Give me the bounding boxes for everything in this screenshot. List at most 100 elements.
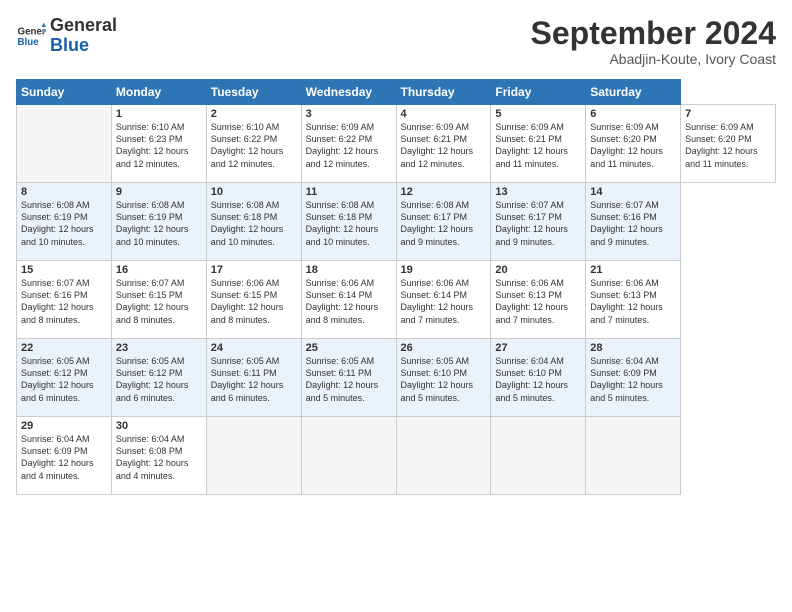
calendar-cell [396,417,491,495]
calendar-cell: 15Sunrise: 6:07 AMSunset: 6:16 PMDayligh… [17,261,112,339]
cell-details: Sunrise: 6:05 AMSunset: 6:12 PMDaylight:… [116,355,202,404]
cell-details: Sunrise: 6:08 AMSunset: 6:18 PMDaylight:… [211,199,297,248]
day-number: 20 [495,264,581,276]
day-number: 11 [306,186,392,198]
calendar-cell: 3Sunrise: 6:09 AMSunset: 6:22 PMDaylight… [301,105,396,183]
week-row-2: 8Sunrise: 6:08 AMSunset: 6:19 PMDaylight… [17,183,776,261]
cell-details: Sunrise: 6:06 AMSunset: 6:14 PMDaylight:… [401,277,487,326]
day-number: 19 [401,264,487,276]
day-number: 26 [401,342,487,354]
calendar-cell: 18Sunrise: 6:06 AMSunset: 6:14 PMDayligh… [301,261,396,339]
calendar-cell: 9Sunrise: 6:08 AMSunset: 6:19 PMDaylight… [111,183,206,261]
day-number: 8 [21,186,107,198]
col-header-tuesday: Tuesday [206,80,301,105]
day-number: 1 [116,108,202,120]
day-number: 27 [495,342,581,354]
cell-details: Sunrise: 6:08 AMSunset: 6:19 PMDaylight:… [116,199,202,248]
day-number: 30 [116,420,202,432]
day-number: 2 [211,108,297,120]
logo-text: GeneralBlue [50,16,117,56]
cell-details: Sunrise: 6:07 AMSunset: 6:17 PMDaylight:… [495,199,581,248]
week-row-4: 22Sunrise: 6:05 AMSunset: 6:12 PMDayligh… [17,339,776,417]
cell-details: Sunrise: 6:05 AMSunset: 6:12 PMDaylight:… [21,355,107,404]
day-number: 9 [116,186,202,198]
week-row-5: 29Sunrise: 6:04 AMSunset: 6:09 PMDayligh… [17,417,776,495]
calendar-cell: 10Sunrise: 6:08 AMSunset: 6:18 PMDayligh… [206,183,301,261]
cell-details: Sunrise: 6:09 AMSunset: 6:21 PMDaylight:… [401,121,487,170]
day-number: 6 [590,108,676,120]
header-row: SundayMondayTuesdayWednesdayThursdayFrid… [17,80,776,105]
week-row-1: 1Sunrise: 6:10 AMSunset: 6:23 PMDaylight… [17,105,776,183]
page-header: General Blue GeneralBlue September 2024 … [16,16,776,67]
title-block: September 2024 Abadjin-Koute, Ivory Coas… [531,16,776,67]
cell-details: Sunrise: 6:08 AMSunset: 6:19 PMDaylight:… [21,199,107,248]
calendar-cell: 11Sunrise: 6:08 AMSunset: 6:18 PMDayligh… [301,183,396,261]
cell-details: Sunrise: 6:10 AMSunset: 6:22 PMDaylight:… [211,121,297,170]
logo: General Blue GeneralBlue [16,16,117,56]
calendar-cell [206,417,301,495]
cell-details: Sunrise: 6:09 AMSunset: 6:20 PMDaylight:… [590,121,676,170]
cell-details: Sunrise: 6:08 AMSunset: 6:17 PMDaylight:… [401,199,487,248]
day-number: 24 [211,342,297,354]
calendar-cell: 6Sunrise: 6:09 AMSunset: 6:20 PMDaylight… [586,105,681,183]
cell-details: Sunrise: 6:06 AMSunset: 6:15 PMDaylight:… [211,277,297,326]
day-number: 3 [306,108,392,120]
cell-details: Sunrise: 6:04 AMSunset: 6:09 PMDaylight:… [590,355,676,404]
cell-details: Sunrise: 6:09 AMSunset: 6:22 PMDaylight:… [306,121,392,170]
day-number: 23 [116,342,202,354]
day-number: 4 [401,108,487,120]
cell-details: Sunrise: 6:10 AMSunset: 6:23 PMDaylight:… [116,121,202,170]
day-number: 16 [116,264,202,276]
cell-details: Sunrise: 6:05 AMSunset: 6:11 PMDaylight:… [306,355,392,404]
col-header-thursday: Thursday [396,80,491,105]
day-number: 28 [590,342,676,354]
calendar-cell: 26Sunrise: 6:05 AMSunset: 6:10 PMDayligh… [396,339,491,417]
day-number: 17 [211,264,297,276]
calendar-table: SundayMondayTuesdayWednesdayThursdayFrid… [16,79,776,495]
day-number: 14 [590,186,676,198]
cell-details: Sunrise: 6:04 AMSunset: 6:08 PMDaylight:… [116,433,202,482]
day-number: 21 [590,264,676,276]
cell-details: Sunrise: 6:06 AMSunset: 6:14 PMDaylight:… [306,277,392,326]
calendar-cell: 29Sunrise: 6:04 AMSunset: 6:09 PMDayligh… [17,417,112,495]
calendar-cell: 16Sunrise: 6:07 AMSunset: 6:15 PMDayligh… [111,261,206,339]
calendar-cell [491,417,586,495]
calendar-cell [301,417,396,495]
cell-details: Sunrise: 6:04 AMSunset: 6:09 PMDaylight:… [21,433,107,482]
cell-details: Sunrise: 6:04 AMSunset: 6:10 PMDaylight:… [495,355,581,404]
month-title: September 2024 [531,16,776,51]
cell-details: Sunrise: 6:07 AMSunset: 6:16 PMDaylight:… [590,199,676,248]
calendar-cell [586,417,681,495]
calendar-cell: 25Sunrise: 6:05 AMSunset: 6:11 PMDayligh… [301,339,396,417]
day-number: 12 [401,186,487,198]
calendar-cell: 7Sunrise: 6:09 AMSunset: 6:20 PMDaylight… [681,105,776,183]
col-header-saturday: Saturday [586,80,681,105]
col-header-monday: Monday [111,80,206,105]
calendar-cell: 14Sunrise: 6:07 AMSunset: 6:16 PMDayligh… [586,183,681,261]
calendar-cell: 24Sunrise: 6:05 AMSunset: 6:11 PMDayligh… [206,339,301,417]
week-row-3: 15Sunrise: 6:07 AMSunset: 6:16 PMDayligh… [17,261,776,339]
calendar-cell: 13Sunrise: 6:07 AMSunset: 6:17 PMDayligh… [491,183,586,261]
day-number: 22 [21,342,107,354]
cell-details: Sunrise: 6:05 AMSunset: 6:11 PMDaylight:… [211,355,297,404]
logo-icon: General Blue [16,21,46,51]
calendar-cell: 23Sunrise: 6:05 AMSunset: 6:12 PMDayligh… [111,339,206,417]
calendar-cell: 21Sunrise: 6:06 AMSunset: 6:13 PMDayligh… [586,261,681,339]
cell-details: Sunrise: 6:06 AMSunset: 6:13 PMDaylight:… [590,277,676,326]
calendar-cell: 20Sunrise: 6:06 AMSunset: 6:13 PMDayligh… [491,261,586,339]
day-number: 29 [21,420,107,432]
day-number: 18 [306,264,392,276]
calendar-cell: 27Sunrise: 6:04 AMSunset: 6:10 PMDayligh… [491,339,586,417]
cell-details: Sunrise: 6:07 AMSunset: 6:15 PMDaylight:… [116,277,202,326]
empty-cell [17,105,112,183]
cell-details: Sunrise: 6:09 AMSunset: 6:20 PMDaylight:… [685,121,771,170]
page-container: General Blue GeneralBlue September 2024 … [0,0,792,503]
cell-details: Sunrise: 6:09 AMSunset: 6:21 PMDaylight:… [495,121,581,170]
calendar-cell: 17Sunrise: 6:06 AMSunset: 6:15 PMDayligh… [206,261,301,339]
location-subtitle: Abadjin-Koute, Ivory Coast [531,51,776,67]
day-number: 5 [495,108,581,120]
calendar-cell: 19Sunrise: 6:06 AMSunset: 6:14 PMDayligh… [396,261,491,339]
day-number: 15 [21,264,107,276]
calendar-cell: 28Sunrise: 6:04 AMSunset: 6:09 PMDayligh… [586,339,681,417]
col-header-wednesday: Wednesday [301,80,396,105]
